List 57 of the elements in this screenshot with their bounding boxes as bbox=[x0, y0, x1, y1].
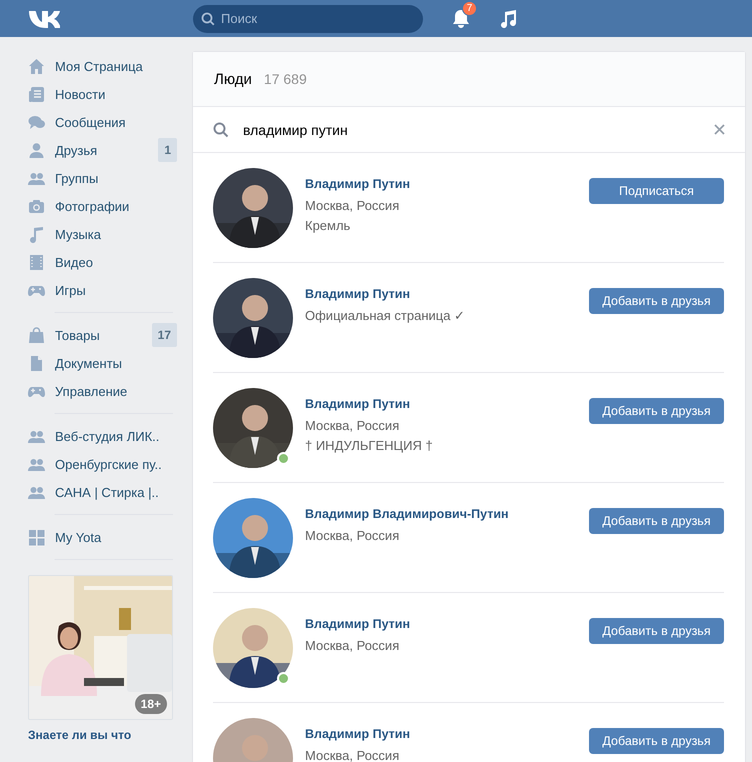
sidebar-item[interactable]: Друзья 1 bbox=[28, 136, 177, 164]
ad-title[interactable]: Знаете ли вы что bbox=[28, 728, 173, 742]
film-icon bbox=[28, 254, 45, 270]
sidebar-item[interactable]: Музыка bbox=[28, 220, 177, 248]
person-detail: † ИНДУЛЬГЕНЦИЯ † bbox=[305, 437, 434, 455]
search-field[interactable]: Поиск bbox=[193, 4, 423, 32]
sidebar-item[interactable]: Группы bbox=[28, 164, 177, 192]
notification-count: 7 bbox=[462, 0, 477, 16]
sidebar-item[interactable]: Фотографии bbox=[28, 192, 177, 220]
sidebar-item[interactable]: My Yota bbox=[28, 523, 177, 551]
person-name[interactable]: Владимир Путин bbox=[305, 617, 410, 631]
sidebar-item[interactable]: Игры bbox=[28, 276, 177, 304]
person-detail: Москва, Россия bbox=[305, 417, 400, 435]
sidebar-item[interactable]: САНА | Стирка |.. bbox=[28, 478, 177, 506]
action-button[interactable]: Добавить в друзья bbox=[589, 508, 724, 534]
sidebar-item[interactable]: Оренбургские пу.. bbox=[28, 450, 177, 478]
action-button[interactable]: Добавить в друзья bbox=[589, 728, 724, 754]
person-icon bbox=[28, 142, 45, 158]
person-detail: Москва, Россия bbox=[305, 637, 400, 655]
count-badge: 17 bbox=[152, 323, 177, 347]
count-badge: 1 bbox=[158, 138, 177, 162]
person-name[interactable]: Владимир Путин bbox=[305, 397, 410, 411]
action-button[interactable]: Подписаться bbox=[589, 178, 724, 204]
person-name[interactable]: Владимир Путин bbox=[305, 287, 410, 301]
action-button[interactable]: Добавить в друзья bbox=[589, 618, 724, 644]
bag-icon bbox=[28, 326, 45, 344]
person-name[interactable]: Владимир Путин bbox=[305, 177, 410, 191]
music-note-icon bbox=[28, 226, 45, 242]
home-icon bbox=[28, 58, 45, 74]
sidebar-item[interactable]: Управление bbox=[28, 377, 177, 405]
section-title: Люди bbox=[214, 70, 252, 88]
sidebar-item[interactable]: Видео bbox=[28, 248, 177, 276]
sidebar-item[interactable]: Новости bbox=[28, 80, 177, 108]
person-name[interactable]: Владимир Путин bbox=[305, 727, 410, 741]
music-icon[interactable] bbox=[499, 8, 517, 28]
logo-icon[interactable] bbox=[28, 8, 60, 28]
sidebar-item[interactable]: Веб-студия ЛИК.. bbox=[28, 422, 177, 450]
close-icon[interactable] bbox=[714, 124, 725, 135]
person-detail: Москва, Россия bbox=[305, 527, 400, 545]
grid-icon bbox=[28, 528, 45, 546]
result-count: 17 689 bbox=[264, 71, 307, 87]
newspaper-icon bbox=[28, 86, 45, 102]
document-icon bbox=[28, 354, 45, 372]
person-detail: Москва, Россия bbox=[305, 197, 400, 215]
action-button[interactable]: Добавить в друзья bbox=[589, 398, 724, 424]
action-button[interactable]: Добавить в друзья bbox=[589, 288, 724, 314]
camera-icon bbox=[28, 198, 45, 214]
sidebar-item[interactable]: Сообщения bbox=[28, 108, 177, 136]
sidebar-item[interactable]: Товары 17 bbox=[28, 321, 177, 349]
person-detail: Кремль bbox=[305, 217, 352, 235]
person-detail: Официальная страница ✓ bbox=[305, 307, 466, 325]
person-name[interactable]: Владимир Владимирович-Путин bbox=[305, 507, 509, 521]
sidebar-item[interactable]: Документы bbox=[28, 349, 177, 377]
chat-icon bbox=[28, 114, 45, 130]
sidebar-item[interactable]: Моя Страница bbox=[28, 52, 177, 80]
person-detail: Москва, Россия bbox=[305, 747, 400, 762]
search-icon bbox=[213, 122, 229, 138]
